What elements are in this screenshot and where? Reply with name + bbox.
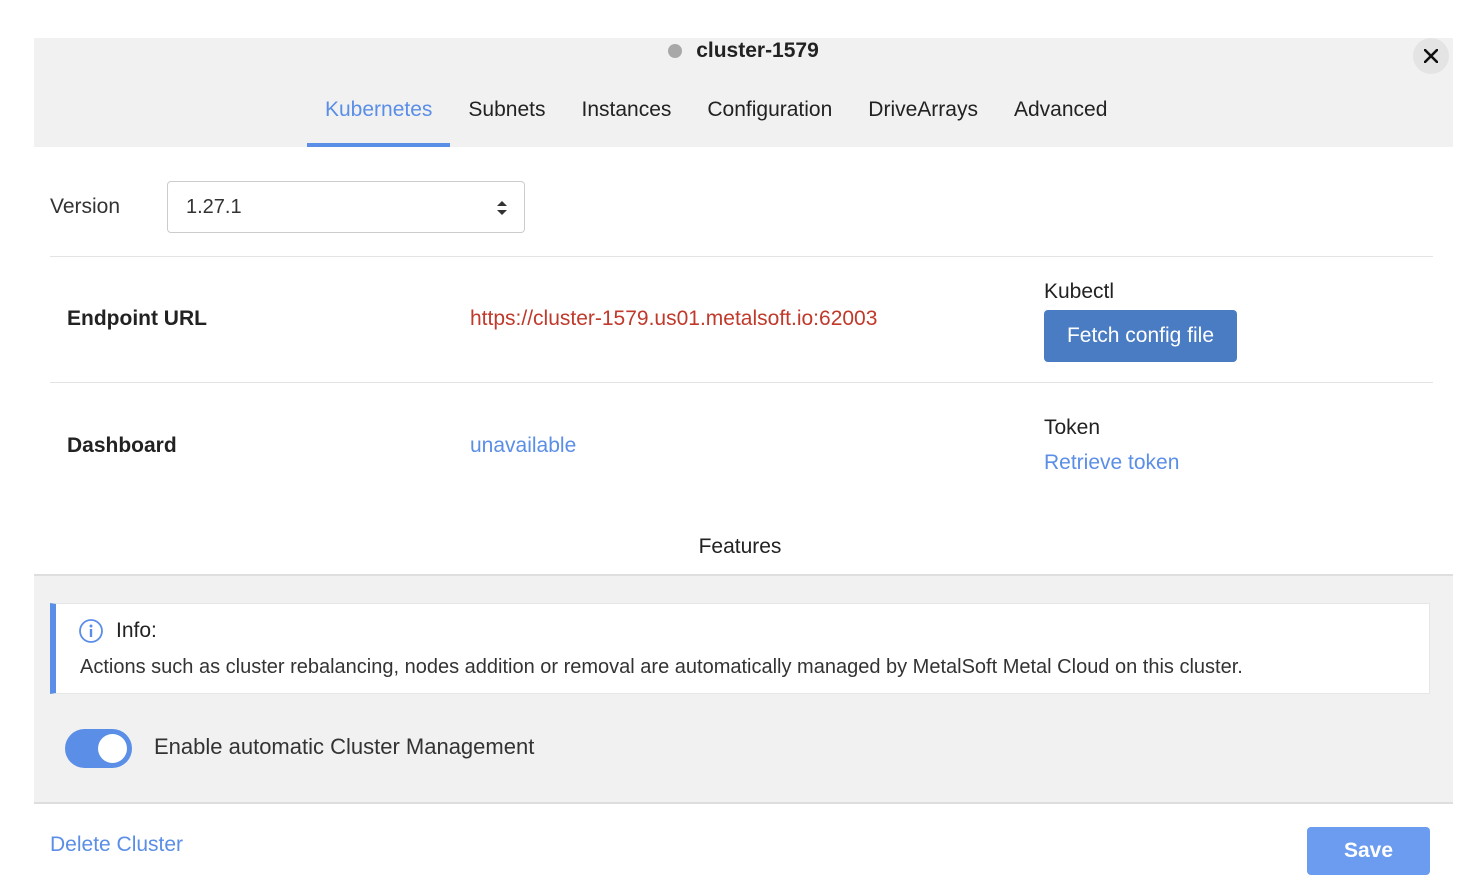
version-select[interactable]: 1.27.1 [167, 181, 525, 233]
tab-label: Subnets [468, 98, 546, 121]
dashboard-label: Dashboard [67, 434, 177, 457]
sort-arrows-icon [497, 201, 507, 215]
divider [50, 382, 1433, 383]
tab-bar: Kubernetes Subnets Instances Configurati… [307, 82, 1125, 147]
status-dot-icon [668, 44, 683, 58]
token-label: Token [1044, 416, 1101, 439]
tab-drivearrays[interactable]: DriveArrays [850, 82, 996, 147]
tab-label: Configuration [707, 98, 833, 121]
retrieve-token-link[interactable]: Retrieve token [1044, 451, 1179, 475]
tab-subnets[interactable]: Subnets [450, 82, 563, 147]
tab-label: Advanced [1013, 98, 1108, 121]
tab-configuration[interactable]: Configuration [689, 82, 850, 147]
info-box: Info: Actions such as cluster rebalancin… [50, 603, 1430, 694]
close-icon [1424, 49, 1438, 63]
close-button[interactable] [1413, 38, 1449, 74]
dashboard-link[interactable]: unavailable [470, 434, 576, 458]
info-text: Actions such as cluster rebalancing, nod… [80, 656, 1243, 678]
version-selected-value: 1.27.1 [186, 195, 242, 218]
kubectl-label: Kubectl [1044, 280, 1115, 303]
version-label: Version [50, 195, 121, 218]
delete-cluster-link[interactable]: Delete Cluster [50, 833, 183, 857]
endpoint-url-label: Endpoint URL [67, 307, 207, 330]
cluster-modal: cluster-1579 Kubernetes Subnets Instance… [0, 0, 1480, 892]
toggle-knob [98, 734, 127, 763]
endpoint-url-value: https://cluster-1579.us01.metalsoft.io:6… [470, 307, 878, 330]
divider [50, 256, 1433, 257]
tab-kubernetes[interactable]: Kubernetes [307, 82, 451, 147]
tab-advanced[interactable]: Advanced [996, 82, 1125, 147]
save-button[interactable]: Save [1307, 827, 1430, 875]
title-row: cluster-1579 [34, 38, 1453, 64]
tab-label: Kubernetes [325, 98, 433, 121]
info-icon [79, 619, 103, 643]
features-panel: Info: Actions such as cluster rebalancin… [34, 574, 1453, 804]
fetch-config-button[interactable]: Fetch config file [1044, 310, 1237, 362]
tab-instances[interactable]: Instances [563, 82, 689, 147]
auto-management-label: Enable automatic Cluster Management [154, 734, 535, 759]
features-title: Features [698, 535, 782, 558]
info-title: Info: [116, 619, 157, 642]
modal-header: cluster-1579 Kubernetes Subnets Instance… [34, 38, 1453, 147]
cluster-title: cluster-1579 [696, 39, 819, 62]
info-header: Info: [78, 618, 157, 644]
auto-management-toggle[interactable] [65, 729, 132, 768]
tab-label: Instances [581, 98, 672, 121]
tab-label: DriveArrays [868, 98, 978, 121]
